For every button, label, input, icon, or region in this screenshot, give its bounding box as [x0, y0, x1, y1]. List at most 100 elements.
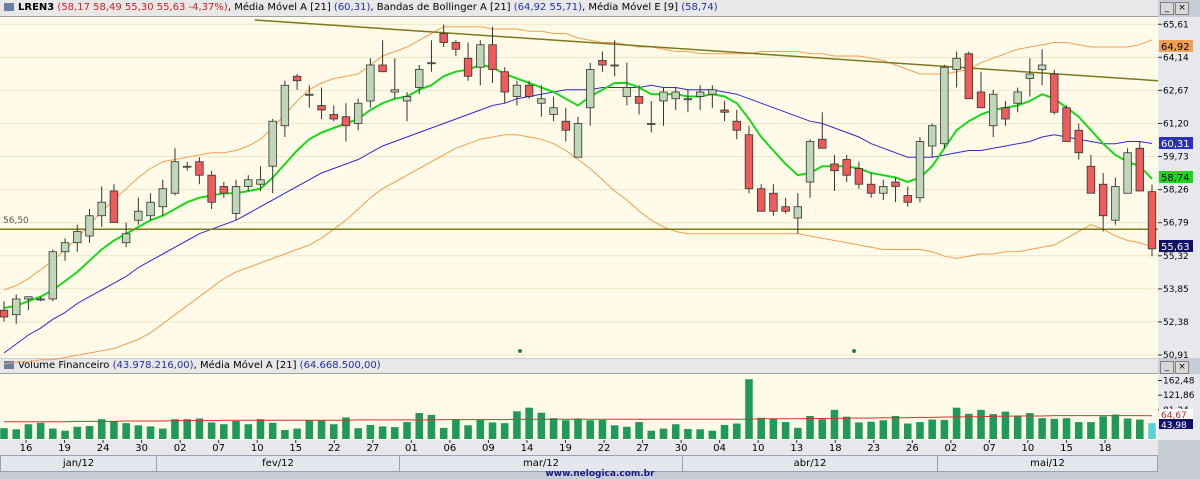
volume-bar [1062, 418, 1071, 439]
candle-body [280, 84, 290, 127]
volume-bar [256, 419, 265, 439]
candle-body [940, 66, 949, 145]
volume-bar [391, 427, 399, 439]
candle-body [964, 53, 973, 100]
volume-bar [598, 419, 607, 439]
candle-body [695, 91, 705, 97]
candle-body [231, 186, 241, 214]
volume-bar [281, 430, 289, 439]
candle-body [720, 109, 729, 113]
candle-body [683, 98, 693, 101]
candle-body [659, 91, 668, 102]
volume-bar [488, 422, 497, 439]
reference-line-label: 56,50 [3, 216, 29, 226]
volume-bar [586, 420, 594, 439]
candle-body [598, 60, 607, 66]
volume-bar [427, 414, 436, 439]
candle-body [12, 298, 21, 316]
x-tick-label: 10 [1022, 443, 1035, 454]
x-tick-label: 07 [212, 443, 225, 454]
candle-body [647, 123, 656, 125]
price-tick-label: 64,14 [1163, 53, 1189, 63]
candle-body [1135, 147, 1144, 192]
candle-body [378, 64, 387, 73]
volume-bar [439, 427, 448, 439]
x-tick-label: 13 [790, 443, 803, 454]
candle-body [842, 159, 851, 176]
candle-body [158, 188, 167, 208]
candle-body [73, 231, 82, 244]
price-tick-label: 56,79 [1163, 219, 1189, 229]
candle-body [989, 93, 998, 127]
candle-body [170, 161, 180, 194]
x-axis: 16 19 24 30 02 07 10 15 22 27 01 06 09 14 19 22 27 30 04 10… [20, 440, 1111, 454]
candle-body [952, 57, 961, 70]
volume-bar [1087, 422, 1095, 439]
volume-bar [415, 413, 424, 439]
volume-bar [769, 418, 778, 439]
volume-bar [134, 425, 143, 439]
candle-body [854, 168, 864, 185]
volume-bar [659, 428, 668, 439]
volume-bar [500, 423, 509, 439]
volume-bar [232, 421, 240, 439]
volume-bar [317, 420, 326, 439]
candle-body [341, 116, 351, 127]
volume-last-tag-text: 43,98 [1161, 421, 1187, 431]
x-tick-label: 27 [366, 443, 379, 454]
candle-body [915, 141, 925, 199]
candle-body [1098, 183, 1108, 217]
candle-body [109, 190, 119, 223]
volume-bar [36, 422, 45, 439]
candle-body [317, 105, 326, 111]
volume-bar [781, 422, 790, 439]
x-tick-label: 06 [444, 443, 457, 454]
volume-bar [158, 428, 167, 439]
candle-body [85, 215, 94, 237]
volume-bar [989, 414, 998, 439]
ma-tag-text: 60,31 [1161, 139, 1190, 150]
candle-body [732, 120, 741, 131]
candle-body [1147, 191, 1157, 250]
volume-bar [830, 409, 839, 439]
candle-body [1111, 186, 1120, 221]
price-tick-label: 53,85 [1163, 285, 1189, 295]
candle-body [805, 141, 815, 183]
volume-bar [464, 425, 472, 439]
volume-bar [305, 420, 314, 439]
footer-link[interactable]: www.nelogica.com.br [0, 470, 1200, 479]
volume-bar [708, 430, 717, 439]
volume-bar [549, 418, 558, 439]
x-tick-label: 01 [405, 443, 418, 454]
volume-bar [806, 415, 814, 439]
candle-body [0, 309, 9, 318]
candle-body [903, 195, 912, 203]
candle-body [769, 192, 778, 212]
candle-body [121, 233, 131, 244]
x-tick-label: 26 [906, 443, 919, 454]
candle-body [60, 242, 70, 253]
volume-bar [24, 424, 33, 439]
volume-bar [965, 413, 973, 439]
volume-bar [671, 424, 680, 439]
volume-bar [1013, 415, 1022, 439]
volume-bar [537, 412, 546, 439]
volume-bar [513, 411, 521, 439]
candle-body [439, 33, 448, 43]
candle-body [1025, 73, 1035, 79]
volume-bar [647, 430, 656, 439]
volume-bar [293, 428, 301, 439]
candle-body [671, 91, 680, 100]
candle-body [219, 186, 229, 194]
price-tick-label: 58,26 [1163, 186, 1189, 196]
candle-body [451, 42, 461, 50]
volume-bar [366, 424, 375, 439]
candle-body [244, 179, 253, 187]
volume-bar [220, 424, 228, 439]
candle-body [97, 201, 106, 217]
volume-bar [12, 429, 20, 439]
bb-upper-tag-text: 64,92 [1161, 42, 1190, 53]
volume-bar [1026, 413, 1034, 439]
volume-bar [1148, 423, 1156, 439]
chart-canvas[interactable]: 56,50 65,61 64,14 62,67 61,20 59,73 58,26 56,7… [0, 0, 1200, 455]
